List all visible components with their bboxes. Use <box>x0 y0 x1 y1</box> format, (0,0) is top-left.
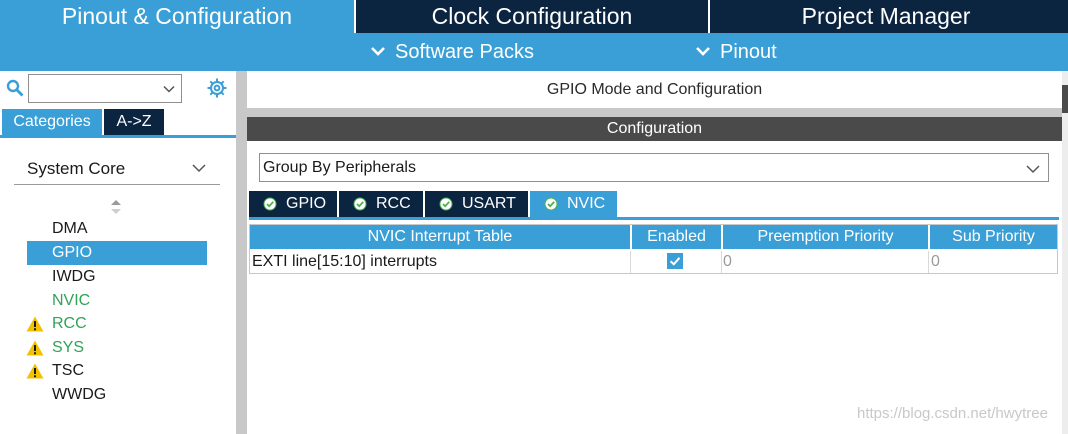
section-divider <box>247 108 1062 117</box>
page-title: GPIO Mode and Configuration <box>546 81 763 98</box>
peripheral-label: IWDG <box>52 268 96 285</box>
peripheral-dma[interactable]: DMA <box>27 217 207 241</box>
scroll-handle[interactable] <box>1062 85 1068 113</box>
tab-usart[interactable]: USART <box>425 191 528 217</box>
column-header-preemption[interactable]: Preemption Priority <box>723 225 928 249</box>
column-divider <box>721 251 722 273</box>
tab-gpio[interactable]: GPIO <box>249 191 337 217</box>
peripheral-label: GPIO <box>52 244 93 261</box>
tab-label: USART <box>462 195 516 212</box>
sort-icon[interactable] <box>110 199 122 215</box>
group-by-select[interactable]: Group By Peripherals <box>259 153 1049 182</box>
pinout-label: Pinout <box>720 41 777 63</box>
sub-priority-cell[interactable]: 0 <box>931 251 940 273</box>
column-divider <box>630 251 631 273</box>
category-label: System Core <box>27 159 126 178</box>
check-circle-icon <box>544 197 558 211</box>
tab-clock-configuration-label: Clock Configuration <box>431 3 633 29</box>
peripheral-wwdg[interactable]: WWDG <box>27 383 207 407</box>
right-edge-scrollbar[interactable] <box>1062 71 1068 434</box>
tab-rcc[interactable]: RCC <box>339 191 423 217</box>
interrupt-name-cell: EXTI line[15:10] interrupts <box>252 253 437 270</box>
check-circle-icon <box>353 197 367 211</box>
tab-nvic[interactable]: NVIC <box>530 191 617 217</box>
search-input[interactable] <box>28 74 182 103</box>
peripheral-label: TSC <box>52 362 84 379</box>
tab-label: NVIC <box>567 195 606 212</box>
enabled-checkbox[interactable] <box>667 253 683 269</box>
peripheral-iwdg[interactable]: IWDG <box>27 265 207 289</box>
tab-clock-configuration[interactable]: Clock Configuration <box>354 0 708 33</box>
tab-pinout-configuration-label: Pinout & Configuration <box>61 3 293 29</box>
software-packs-menu[interactable]: Software Packs <box>369 33 534 71</box>
peripheral-label: RCC <box>52 315 87 332</box>
peripheral-sys[interactable]: SYS <box>26 336 207 360</box>
warning-icon <box>26 340 44 356</box>
peripheral-label: NVIC <box>52 292 91 309</box>
software-packs-label: Software Packs <box>395 41 534 63</box>
column-header-interrupt[interactable]: NVIC Interrupt Table <box>250 225 630 249</box>
search-icon <box>6 79 24 97</box>
tab-label: GPIO <box>286 195 327 212</box>
tab-pinout-configuration[interactable]: Pinout & Configuration <box>0 0 354 33</box>
chevron-down-icon <box>163 85 175 93</box>
peripheral-label: WWDG <box>52 386 107 403</box>
peripheral-gpio[interactable]: GPIO <box>27 241 207 265</box>
group-by-value: Group By Peripherals <box>263 159 416 176</box>
category-dropdown[interactable]: System Core <box>14 153 220 185</box>
column-header-sub-priority[interactable]: Sub Priority <box>930 225 1057 249</box>
tab-categories[interactable]: Categories <box>2 109 102 135</box>
configuration-header: Configuration <box>247 117 1062 141</box>
peripheral-nvic[interactable]: NVIC <box>27 289 207 313</box>
chevron-down-icon <box>1026 165 1040 174</box>
tab-a-to-z[interactable]: A->Z <box>104 109 164 135</box>
config-tabs: GPIO RCC USART NVIC <box>249 191 1059 220</box>
watermark: https://blog.csdn.net/hwytree <box>857 405 1048 422</box>
check-circle-icon <box>439 197 453 211</box>
peripheral-tsc[interactable]: TSC <box>26 359 207 383</box>
peripheral-label: DMA <box>52 220 88 237</box>
warning-icon <box>26 363 44 379</box>
check-circle-icon <box>263 197 277 211</box>
tab-project-manager[interactable]: Project Manager <box>708 0 1062 33</box>
peripheral-label: SYS <box>52 339 85 356</box>
mode-tabs: Categories A->Z <box>0 109 236 138</box>
chevron-down-icon <box>192 164 206 173</box>
sub-menu-bar: Software Packs Pinout <box>0 33 1068 71</box>
nvic-interrupt-table: NVIC Interrupt Table Enabled Preemption … <box>249 224 1058 274</box>
column-divider <box>928 251 929 273</box>
preemption-priority-cell[interactable]: 0 <box>723 251 732 273</box>
tab-project-manager-label: Project Manager <box>801 3 971 29</box>
left-panel: Categories A->Z System Core DMA GPIO IWD… <box>0 71 236 434</box>
gear-icon[interactable] <box>206 77 228 99</box>
tab-label: RCC <box>376 195 411 212</box>
column-header-enabled[interactable]: Enabled <box>632 225 721 249</box>
panel-splitter[interactable] <box>236 71 247 434</box>
chevron-down-icon <box>696 47 710 57</box>
chevron-down-icon <box>371 47 385 57</box>
pinout-menu[interactable]: Pinout <box>694 33 777 71</box>
top-tab-bar: Pinout & Configuration Clock Configurati… <box>0 0 1068 33</box>
peripheral-rcc[interactable]: RCC <box>26 312 207 336</box>
warning-icon <box>26 316 44 332</box>
